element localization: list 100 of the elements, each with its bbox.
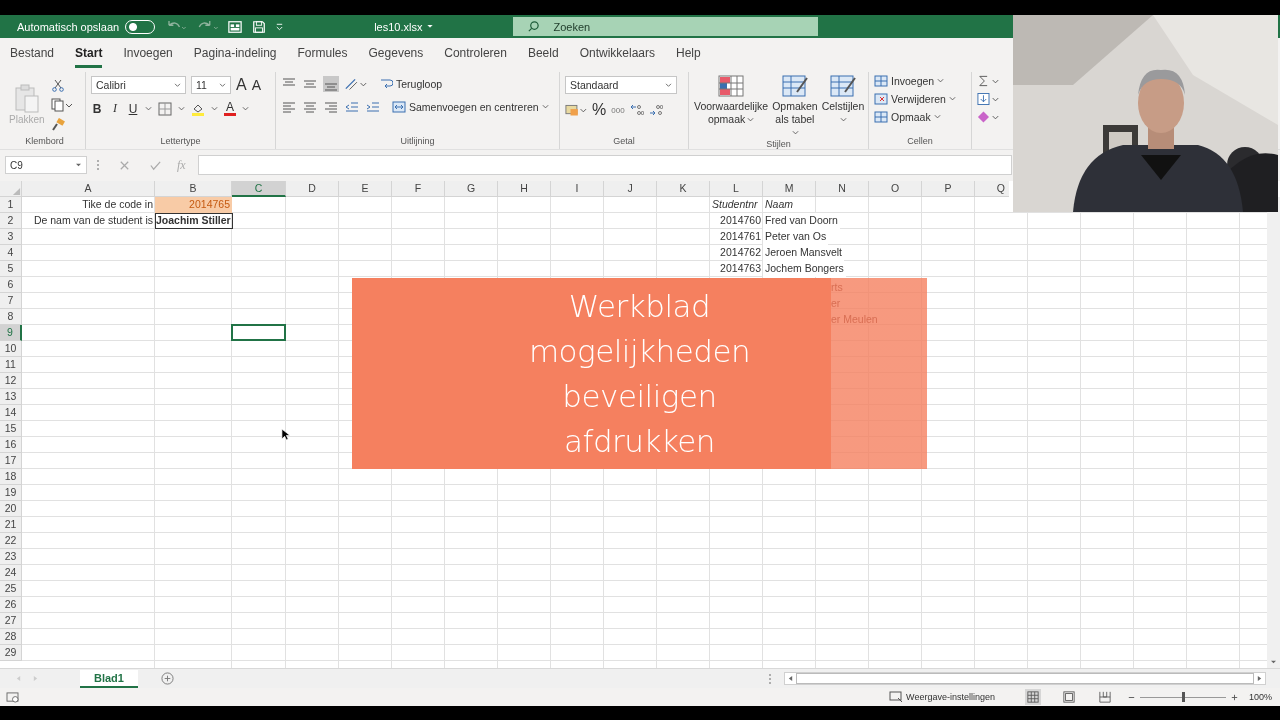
scissors-icon[interactable] xyxy=(50,78,65,92)
menu-tab[interactable]: Invoegen xyxy=(123,40,173,68)
underline-button[interactable]: U xyxy=(127,101,139,116)
number-format-dropdown[interactable]: Standaard xyxy=(565,76,677,94)
row-header[interactable]: 3 xyxy=(0,229,22,245)
menu-tab[interactable]: Start xyxy=(75,40,103,68)
zoom-level[interactable]: 100% xyxy=(1248,692,1272,702)
row-header[interactable]: 29 xyxy=(0,645,22,661)
row-header[interactable]: 14 xyxy=(0,405,22,421)
page-break-icon[interactable] xyxy=(1096,689,1113,705)
column-header[interactable]: I xyxy=(551,181,604,197)
column-header[interactable]: D xyxy=(286,181,339,197)
row-header[interactable]: 10 xyxy=(0,341,22,357)
column-header[interactable]: M xyxy=(763,181,816,197)
styles-button[interactable]: Opmaken als tabel xyxy=(772,72,818,139)
row-header[interactable]: 19 xyxy=(0,485,22,501)
row-header[interactable]: 18 xyxy=(0,469,22,485)
row-header[interactable]: 22 xyxy=(0,533,22,549)
italic-button[interactable]: I xyxy=(109,101,121,116)
increase-indent-icon[interactable] xyxy=(365,99,381,115)
row-header[interactable]: 15 xyxy=(0,421,22,437)
font-color-button[interactable]: A xyxy=(224,101,236,116)
row-header[interactable]: 21 xyxy=(0,517,22,533)
align-left-icon[interactable] xyxy=(281,99,297,115)
row-header[interactable]: 6 xyxy=(0,277,22,293)
shrink-font-button[interactable]: A xyxy=(251,77,261,93)
menu-tab[interactable]: Ontwikkelaars xyxy=(579,40,655,68)
scroll-left-icon[interactable] xyxy=(788,675,793,682)
menu-tab[interactable]: Beeld xyxy=(527,40,559,68)
column-header[interactable]: P xyxy=(922,181,975,197)
row-header[interactable]: 28 xyxy=(0,629,22,645)
row-header[interactable]: 2 xyxy=(0,213,22,229)
slider-thumb[interactable] xyxy=(1181,692,1185,702)
add-sheet-icon[interactable] xyxy=(160,672,174,685)
decrease-decimal-icon[interactable] xyxy=(648,103,663,117)
horizontal-scrollbar[interactable] xyxy=(784,672,1266,685)
column-header[interactable]: C xyxy=(232,181,286,197)
cell-cursor[interactable] xyxy=(231,324,286,341)
row-header[interactable]: 11 xyxy=(0,357,22,373)
borders-icon[interactable] xyxy=(158,101,172,116)
menu-tab[interactable]: Help xyxy=(676,40,701,68)
search-field[interactable]: Zoeken xyxy=(513,17,819,36)
column-header[interactable]: N xyxy=(816,181,869,197)
column-header[interactable]: H xyxy=(498,181,551,197)
thousands-button[interactable]: 000 xyxy=(611,105,625,115)
font-size-dropdown[interactable]: 11 xyxy=(191,76,231,94)
column-header[interactable]: J xyxy=(604,181,657,197)
view-settings-button[interactable]: Weergave-instellingen xyxy=(889,690,995,704)
normal-view-icon[interactable] xyxy=(1024,689,1041,705)
file-name[interactable]: les10.xlsx xyxy=(374,20,434,33)
copy-icon[interactable] xyxy=(50,98,73,112)
column-header[interactable]: Q xyxy=(975,181,1009,197)
bold-button[interactable]: B xyxy=(91,101,103,116)
menu-tab[interactable]: Controleren xyxy=(444,40,507,68)
vertical-scrollbar[interactable] xyxy=(1267,197,1280,668)
fill-down-icon[interactable] xyxy=(977,92,1001,106)
cells-button[interactable]: Invoegen xyxy=(874,74,966,88)
row-header[interactable]: 20 xyxy=(0,501,22,517)
align-center-icon[interactable] xyxy=(302,99,318,115)
scroll-down-icon[interactable] xyxy=(1270,660,1277,665)
menu-tab[interactable]: Bestand xyxy=(10,40,55,68)
menu-tab[interactable]: Formules xyxy=(297,40,348,68)
column-header[interactable]: F xyxy=(392,181,445,197)
more-icon[interactable] xyxy=(96,158,100,172)
autosave-toggle[interactable] xyxy=(125,19,156,34)
row-header[interactable]: 5 xyxy=(0,261,22,277)
decrease-indent-icon[interactable] xyxy=(344,99,360,115)
cells-button[interactable]: Verwijderen xyxy=(874,92,966,106)
eraser-icon[interactable] xyxy=(977,110,1001,124)
row-header[interactable]: 26 xyxy=(0,597,22,613)
macro-record-icon[interactable] xyxy=(6,691,19,703)
caret-icon[interactable] xyxy=(211,105,218,112)
splitter-icon[interactable] xyxy=(768,672,772,685)
caret-icon[interactable] xyxy=(242,105,249,112)
menu-tab[interactable]: Pagina-indeling xyxy=(193,40,277,68)
row-header[interactable]: 23 xyxy=(0,549,22,565)
styles-button[interactable]: Celstijlen xyxy=(821,72,865,126)
align-right-icon[interactable] xyxy=(323,99,339,115)
caret-icon[interactable] xyxy=(145,105,152,112)
scroll-right-icon[interactable] xyxy=(1257,675,1262,682)
caret-icon[interactable] xyxy=(178,105,185,112)
column-header[interactable]: B xyxy=(155,181,232,197)
row-header[interactable]: 9 xyxy=(0,325,22,341)
column-header[interactable]: A xyxy=(22,181,155,197)
row-header[interactable]: 13 xyxy=(0,389,22,405)
font-dropdown[interactable]: Calibri xyxy=(91,76,186,94)
row-header[interactable]: 16 xyxy=(0,437,22,453)
column-header[interactable]: L xyxy=(710,181,763,197)
row-header[interactable]: 7 xyxy=(0,293,22,309)
name-box[interactable]: C9 xyxy=(5,156,87,174)
column-header[interactable]: O xyxy=(869,181,922,197)
sheet-tab[interactable]: Blad1 xyxy=(80,669,138,688)
percent-button[interactable]: % xyxy=(592,101,607,119)
align-bottom-icon[interactable] xyxy=(323,76,339,92)
scroll-thumb[interactable] xyxy=(796,673,1254,684)
sum-icon[interactable] xyxy=(977,74,1001,88)
orientation-icon[interactable] xyxy=(344,76,368,92)
page-layout-icon[interactable] xyxy=(1060,689,1077,705)
increase-decimal-icon[interactable] xyxy=(629,103,644,117)
brush-icon[interactable] xyxy=(50,118,65,132)
